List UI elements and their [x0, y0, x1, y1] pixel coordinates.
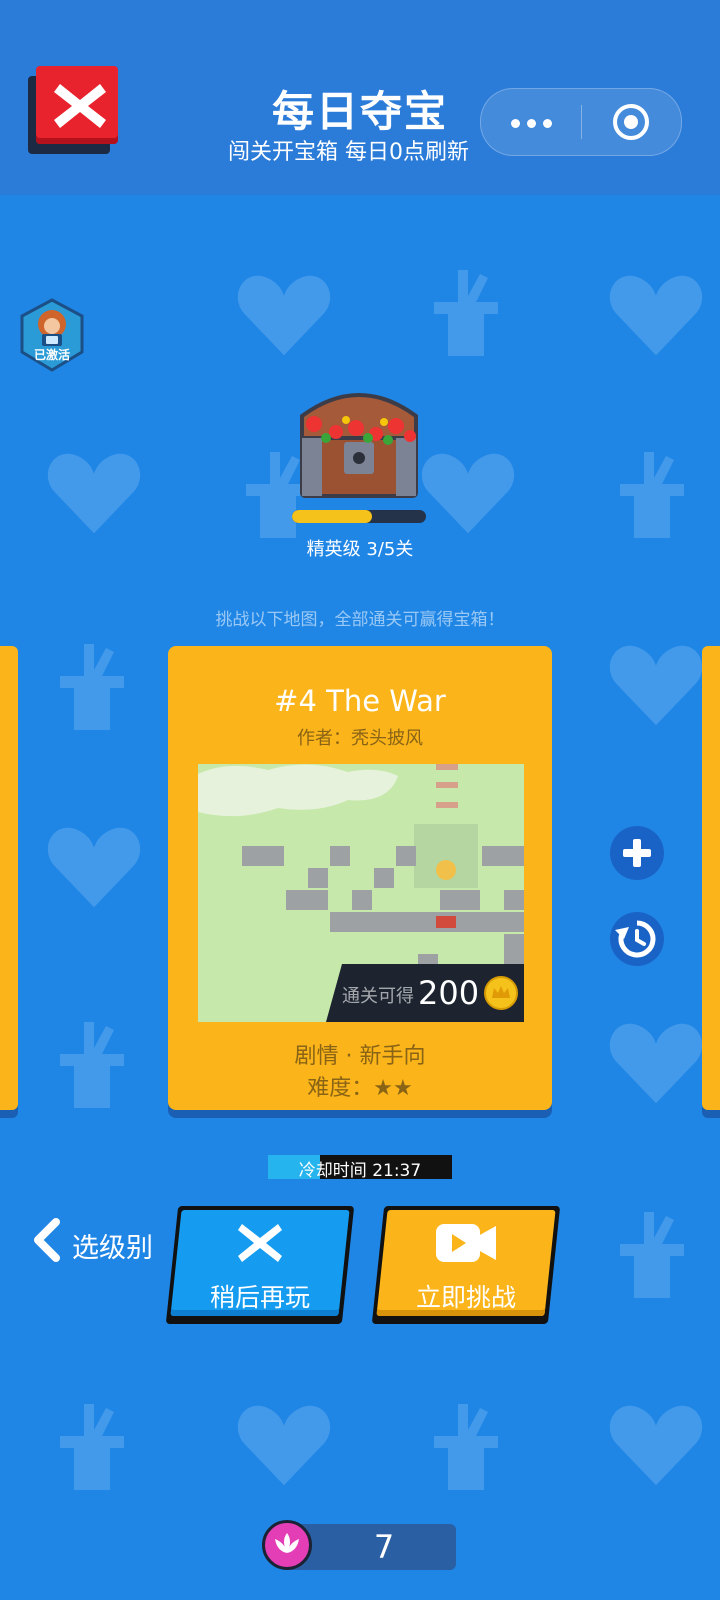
select-level-button[interactable]: 选级别	[28, 1212, 168, 1268]
heart-icon	[609, 645, 703, 726]
chevron-left-icon	[34, 1218, 60, 1262]
magic-hat-icon	[620, 1212, 684, 1298]
more-menu-button[interactable]	[481, 89, 581, 155]
plus-icon	[623, 839, 651, 867]
heart-icon	[237, 275, 331, 356]
cooldown-text: 冷却时间 21:37	[298, 1161, 422, 1179]
magic-hat-icon	[60, 644, 124, 730]
challenge-now-button[interactable]: 立即挑战	[371, 1206, 561, 1324]
map-tags: 剧情 · 新手向	[294, 1044, 426, 1069]
reward-banner: 通关可得 200	[326, 964, 524, 1022]
map-preview[interactable]: 通关可得 200	[198, 764, 524, 1022]
lotus-count: 7	[373, 1528, 395, 1566]
magic-hat-icon	[60, 1404, 124, 1490]
map-difficulty: 难度：★★	[307, 1076, 413, 1101]
map-author: 作者：秃头披风	[297, 728, 423, 749]
treasure-chest-icon[interactable]	[284, 380, 434, 506]
challenge-now-label: 立即挑战	[415, 1283, 516, 1312]
page-subtitle: 闯关开宝箱 每日0点刷新	[228, 140, 469, 165]
header-bar: 每日夺宝 闯关开宝箱 每日0点刷新	[0, 0, 720, 195]
heart-icon	[609, 275, 703, 356]
heart-icon	[237, 1405, 331, 1486]
cooldown-timer-bar: 冷却时间 21:37	[268, 1155, 452, 1179]
magic-hat-icon	[434, 1404, 498, 1490]
play-later-button[interactable]: 稍后再玩	[165, 1206, 355, 1324]
magic-hat-icon	[60, 1022, 124, 1108]
heart-icon	[47, 827, 141, 908]
target-icon	[613, 104, 649, 140]
play-later-label: 稍后再玩	[209, 1283, 310, 1312]
activated-badge-label: 已激活	[33, 348, 70, 362]
chest-level-text: 精英级 3/5关	[306, 539, 414, 560]
chest-progress-bar	[292, 510, 426, 523]
select-level-label: 选级别	[72, 1233, 153, 1264]
history-icon	[615, 920, 656, 958]
previous-map-card[interactable]	[0, 646, 18, 1110]
history-button[interactable]	[610, 912, 664, 966]
video-camera-icon	[436, 1224, 496, 1262]
crown-coin-icon	[484, 976, 518, 1010]
heart-icon	[609, 1023, 703, 1104]
lotus-icon	[262, 1520, 312, 1570]
heart-icon	[421, 453, 515, 534]
challenge-instructions: 挑战以下地图，全部通关可赢得宝箱！	[215, 610, 505, 630]
close-icon	[238, 1224, 282, 1262]
magic-hat-icon	[620, 452, 684, 538]
exit-mini-program-button[interactable]	[581, 89, 681, 155]
lotus-counter: 7	[262, 1520, 456, 1572]
heart-icon	[609, 1405, 703, 1486]
reward-value: 200	[418, 974, 480, 1012]
mini-program-capsule	[480, 88, 682, 156]
magic-hat-icon	[434, 270, 498, 356]
next-map-card[interactable]	[702, 646, 720, 1110]
add-button[interactable]	[610, 826, 664, 880]
reward-label: 通关可得	[342, 986, 414, 1007]
map-title: #4 The War	[274, 684, 446, 718]
heart-icon	[47, 453, 141, 534]
map-card[interactable]: #4 The War 作者：秃头披风 通关可得 200 剧情 · 新手向 难度：…	[168, 646, 552, 1110]
